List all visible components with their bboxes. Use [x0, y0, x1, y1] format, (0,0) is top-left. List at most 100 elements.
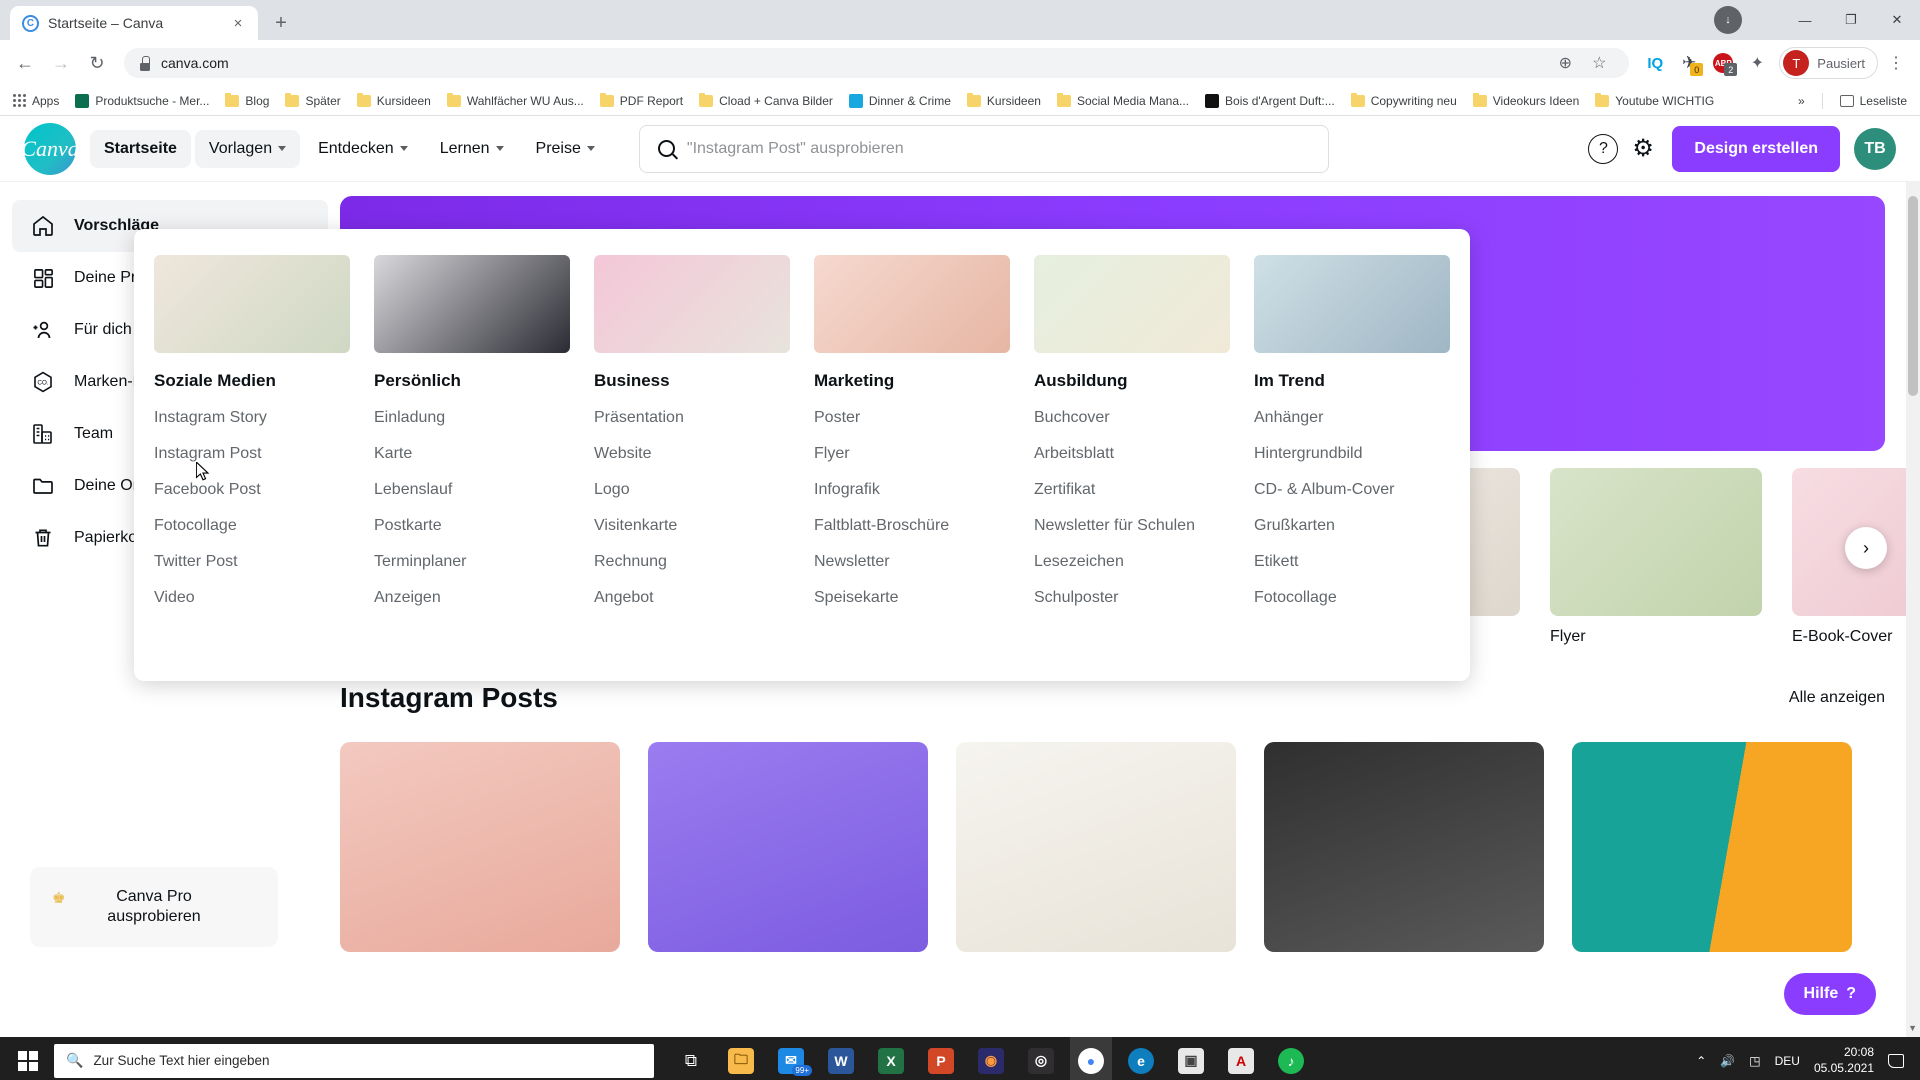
photoshop-icon[interactable]: ◉ [970, 1037, 1012, 1080]
menu-item[interactable]: Buchcover [1034, 409, 1230, 427]
bookmark-kursideen-1[interactable]: Kursideen [350, 91, 438, 111]
extension-adblock-icon[interactable]: ABP 2 [1707, 47, 1739, 79]
create-design-button[interactable]: Design erstellen [1672, 125, 1840, 172]
powerpoint-icon[interactable]: P [920, 1037, 962, 1080]
bookmark-produktsuche[interactable]: Produktsuche - Mer... [68, 91, 216, 111]
word-icon[interactable]: W [820, 1037, 862, 1080]
menu-item[interactable]: Video [154, 589, 350, 607]
nav-preise[interactable]: Preise [522, 130, 609, 168]
browser-tab[interactable]: C Startseite – Canva × [10, 6, 258, 40]
menu-item[interactable]: Twitter Post [154, 553, 350, 571]
bookmark-dinner-crime[interactable]: Dinner & Crime [842, 91, 958, 111]
help-icon[interactable]: ? [1588, 133, 1619, 164]
menu-item[interactable]: Newsletter für Schulen [1034, 517, 1230, 535]
menu-item[interactable]: Instagram Post [154, 445, 350, 463]
bookmarks-overflow-button[interactable]: » [1791, 91, 1812, 111]
carousel-next-button[interactable]: › [1845, 527, 1887, 569]
close-tab-icon[interactable]: × [228, 13, 248, 33]
file-explorer-icon[interactable]: 🗀 [720, 1037, 762, 1080]
menu-item[interactable]: Facebook Post [154, 481, 350, 499]
canva-logo[interactable]: Canva [21, 122, 79, 175]
bookmark-social-media[interactable]: Social Media Mana... [1050, 91, 1196, 111]
list-item[interactable] [648, 742, 928, 952]
nav-lernen[interactable]: Lernen [426, 130, 518, 168]
menu-item[interactable]: Präsentation [594, 409, 790, 427]
menu-item[interactable]: Newsletter [814, 553, 1010, 571]
menu-item[interactable]: Hintergrundbild [1254, 445, 1450, 463]
search-input[interactable]: "Instagram Post" ausprobieren [638, 124, 1329, 173]
menu-item[interactable]: Instagram Story [154, 409, 350, 427]
bookmark-blog[interactable]: Blog [218, 91, 276, 111]
start-button[interactable] [4, 1037, 52, 1080]
close-window-button[interactable]: ✕ [1874, 0, 1920, 40]
acrobat-icon[interactable]: A [1220, 1037, 1262, 1080]
tray-chevron-up-icon[interactable]: ⌃ [1696, 1054, 1706, 1068]
menu-item[interactable]: Visitenkarte [594, 517, 790, 535]
bookmark-copywriting[interactable]: Copywriting neu [1344, 91, 1464, 111]
reading-list-button[interactable]: Leseliste [1833, 91, 1914, 111]
notification-icon[interactable] [1888, 1053, 1904, 1068]
extension-iq-icon[interactable]: IQ [1639, 47, 1671, 79]
column-thumbnail[interactable] [594, 255, 790, 353]
reload-button[interactable]: ↻ [80, 46, 114, 80]
bookmark-star-icon[interactable]: ☆ [1583, 47, 1615, 79]
bookmark-spaeter[interactable]: Später [278, 91, 347, 111]
list-item[interactable] [1264, 742, 1544, 952]
task-view-icon[interactable]: ⧉ [670, 1037, 712, 1080]
menu-item[interactable]: Anzeigen [374, 589, 570, 607]
address-bar[interactable]: canva.com ⊕ ☆ [124, 47, 1630, 79]
bookmark-kursideen-2[interactable]: Kursideen [960, 91, 1048, 111]
clock[interactable]: 20:08 05.05.2021 [1814, 1045, 1874, 1076]
column-thumbnail[interactable] [814, 255, 1010, 353]
page-scrollbar[interactable]: ▲ ▼ [1906, 116, 1920, 1037]
menu-item[interactable]: Flyer [814, 445, 1010, 463]
menu-item[interactable]: Etikett [1254, 553, 1450, 571]
menu-item[interactable]: Lebenslauf [374, 481, 570, 499]
list-item[interactable] [956, 742, 1236, 952]
spotify-icon[interactable]: ♪ [1270, 1037, 1312, 1080]
new-tab-button[interactable]: + [264, 6, 298, 40]
menu-item[interactable]: Poster [814, 409, 1010, 427]
bookmark-wahlfaecher[interactable]: Wahlfächer WU Aus... [440, 91, 591, 111]
menu-item[interactable]: Zertifikat [1034, 481, 1230, 499]
minimize-button[interactable]: — [1782, 0, 1828, 40]
gear-icon[interactable]: ⚙ [1632, 135, 1658, 162]
menu-item[interactable]: Angebot [594, 589, 790, 607]
menu-item[interactable]: Karte [374, 445, 570, 463]
menu-item[interactable]: Logo [594, 481, 790, 499]
back-button[interactable]: ← [8, 46, 42, 80]
list-item[interactable] [1572, 742, 1852, 952]
scrollbar-thumb[interactable] [1908, 196, 1918, 396]
avatar[interactable]: TB [1854, 127, 1896, 170]
mail-icon[interactable]: ✉ 99+ [770, 1037, 812, 1080]
bookmark-pdf-report[interactable]: PDF Report [593, 91, 690, 111]
tile-flyer[interactable]: Flyer [1550, 468, 1762, 646]
menu-item[interactable]: CD- & Album-Cover [1254, 481, 1450, 499]
menu-item[interactable]: Infografik [814, 481, 1010, 499]
edge-icon[interactable]: e [1120, 1037, 1162, 1080]
menu-item[interactable]: Grußkarten [1254, 517, 1450, 535]
extensions-puzzle-icon[interactable]: ✦ [1741, 47, 1773, 79]
language-indicator[interactable]: DEU [1775, 1054, 1800, 1068]
obs-icon[interactable]: ◎ [1020, 1037, 1062, 1080]
network-icon[interactable]: ◳ [1749, 1054, 1760, 1068]
menu-item[interactable]: Faltblatt-Broschüre [814, 517, 1010, 535]
help-fab-button[interactable]: Hilfe ? [1783, 973, 1876, 1015]
scroll-down-icon[interactable]: ▼ [1908, 1023, 1917, 1033]
chrome-menu-icon[interactable]: ⋮ [1880, 47, 1912, 79]
bookmark-bois-dargent[interactable]: Bois d'Argent Duft:... [1198, 91, 1342, 111]
list-item[interactable] [340, 742, 620, 952]
zoom-search-icon[interactable]: ⊕ [1549, 47, 1581, 79]
canva-pro-card[interactable]: ♚ Canva Pro ausprobieren [30, 867, 278, 947]
column-thumbnail[interactable] [154, 255, 350, 353]
menu-item[interactable]: Arbeitsblatt [1034, 445, 1230, 463]
profile-button[interactable]: T Pausiert [1779, 47, 1878, 79]
bookmark-cload-canva-bilder[interactable]: Cload + Canva Bilder [692, 91, 840, 111]
nav-startseite[interactable]: Startseite [90, 129, 191, 168]
volume-icon[interactable]: 🔊 [1720, 1054, 1735, 1068]
photos-icon[interactable]: ▣ [1170, 1037, 1212, 1080]
extension-pocket-icon[interactable]: ✈ 0 [1673, 47, 1705, 79]
maximize-button[interactable]: ❐ [1828, 0, 1874, 40]
taskbar-search-input[interactable]: 🔍 Zur Suche Text hier eingeben [54, 1043, 654, 1078]
menu-item[interactable]: Postkarte [374, 517, 570, 535]
